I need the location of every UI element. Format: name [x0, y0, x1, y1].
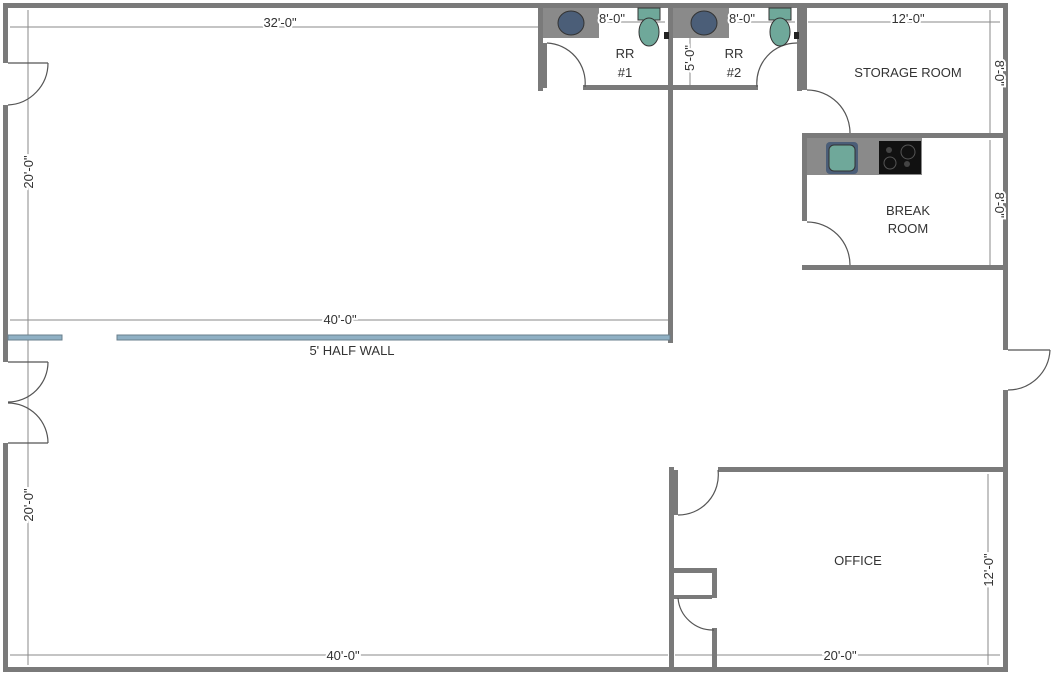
- dim-top-main: 32'-0": [263, 15, 297, 30]
- rr1-label: RR: [616, 46, 635, 61]
- dim-storage-width: 12'-0": [891, 11, 925, 26]
- cooktop-icon: [879, 141, 921, 174]
- rr2-number: #2: [727, 65, 741, 80]
- dim-half-wall: 40'-0": [323, 312, 357, 327]
- rr2-label: RR: [725, 46, 744, 61]
- dim-rr2: 8'-0": [729, 11, 755, 26]
- dim-bottom-left: 40'-0": [326, 648, 360, 663]
- break-room-label-2: ROOM: [888, 221, 928, 236]
- dim-upper-left: 20'-0": [21, 155, 36, 189]
- floor-plan: RR #1 RR #2 STORAGE ROOM BREAK ROOM OFFI…: [3, 3, 1051, 672]
- storage-room-label: STORAGE ROOM: [854, 65, 961, 80]
- office-label: OFFICE: [834, 553, 882, 568]
- room-labels: RR #1 RR #2 STORAGE ROOM BREAK ROOM OFFI…: [309, 46, 961, 568]
- dim-break-depth: 8'-0": [992, 192, 1007, 218]
- sink-icon: [557, 10, 585, 36]
- kitchen-sink-icon: [828, 144, 856, 172]
- dim-bottom-right: 20'-0": [823, 648, 857, 663]
- sink-icon: [690, 10, 718, 36]
- dim-storage-depth: 8'-0": [992, 60, 1007, 86]
- rr1-number: #1: [618, 65, 632, 80]
- half-wall: [7, 334, 671, 341]
- half-wall-label: 5' HALF WALL: [309, 343, 394, 358]
- kitchen-counter: [807, 138, 922, 175]
- dim-rr1: 8'-0": [599, 11, 625, 26]
- dim-office-depth: 12'-0": [981, 553, 996, 587]
- dim-lower-left: 20'-0": [21, 488, 36, 522]
- break-room-label-1: BREAK: [886, 203, 930, 218]
- dim-rr-depth: 5'-0": [682, 45, 697, 71]
